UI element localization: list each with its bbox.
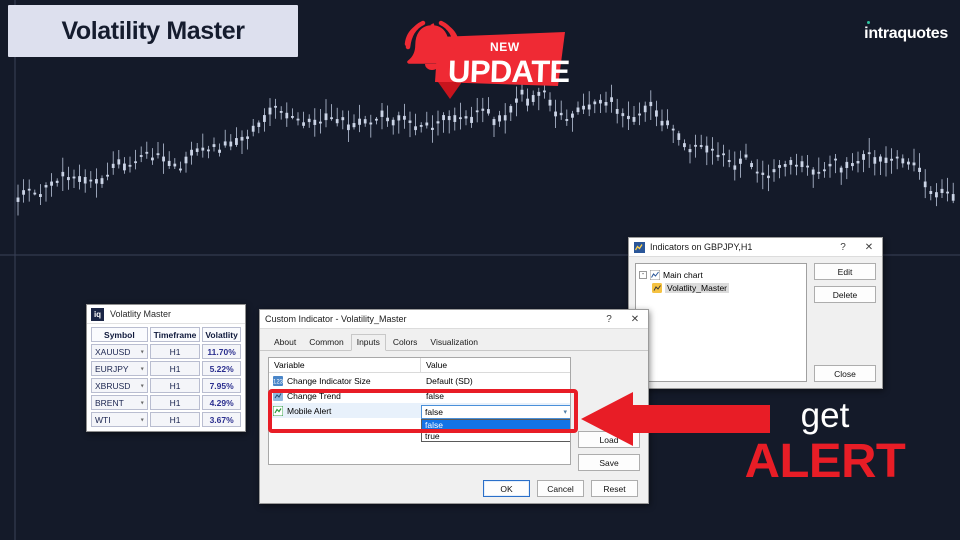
- input-variable-label: Change Trend: [287, 390, 341, 401]
- indicator-icon: [652, 282, 662, 293]
- custom-indicator-tabs: About Common Inputs Colors Visualization: [260, 329, 648, 351]
- tree-row-volatility-master[interactable]: Volatlity_Master: [639, 281, 803, 294]
- chevron-down-icon[interactable]: ▾: [141, 382, 144, 389]
- cell-volatility: 3.67%: [202, 412, 241, 427]
- brand-name: intraquotes: [864, 25, 948, 42]
- cell-timeframe: H1: [149, 361, 201, 376]
- cell-timeframe: H1: [149, 344, 201, 359]
- cell-timeframe: H1: [149, 395, 201, 410]
- input-variable-label: Mobile Alert: [287, 405, 332, 416]
- tab-visualization[interactable]: Visualization: [424, 334, 484, 351]
- custom-indicator-footer: OK Cancel Reset: [260, 480, 648, 497]
- input-row[interactable]: 123 Change Indicator Size Default (SD): [269, 373, 570, 388]
- volatility-table-body: XAUUSD ▾ H1 11.70% EURJPY ▾ H1 5.22% XBRUSD ▾ H1 7.…: [91, 344, 241, 427]
- table-row[interactable]: EURJPY ▾ H1 5.22%: [91, 361, 241, 376]
- input-variable-cell: Mobile Alert: [269, 405, 421, 416]
- table-row[interactable]: WTI ▾ H1 3.67%: [91, 412, 241, 427]
- edit-button[interactable]: Edit: [814, 263, 876, 280]
- cell-symbol[interactable]: WTI ▾: [91, 412, 148, 427]
- input-variable-cell: Change Trend: [269, 390, 421, 401]
- tree-label-volatility-master: Volatlity_Master: [665, 282, 729, 293]
- input-value-cell[interactable]: false: [421, 391, 570, 401]
- custom-indicator-help-button[interactable]: ?: [596, 310, 622, 328]
- indicators-help-button[interactable]: ?: [830, 238, 856, 256]
- cell-symbol[interactable]: EURJPY ▾: [91, 361, 148, 376]
- tree-label-main-chart: Main chart: [663, 269, 703, 280]
- mobile-alert-combobox[interactable]: false ▾: [421, 405, 570, 419]
- table-row[interactable]: BRENT ▾ H1 4.29%: [91, 395, 241, 410]
- column-header-variable: Variable: [269, 358, 421, 372]
- chevron-down-icon[interactable]: ▾: [141, 399, 144, 406]
- indicators-window-icon: [634, 241, 645, 253]
- cell-symbol[interactable]: XBRUSD ▾: [91, 378, 148, 393]
- input-variable-cell: 123 Change Indicator Size: [269, 375, 421, 386]
- dropdown-option-false[interactable]: false: [422, 420, 570, 431]
- indicators-close-button[interactable]: ✕: [856, 238, 882, 256]
- tab-common[interactable]: Common: [303, 334, 349, 351]
- cell-volatility: 4.29%: [202, 395, 241, 410]
- table-row[interactable]: XAUUSD ▾ H1 11.70%: [91, 344, 241, 359]
- input-variable-label: Change Indicator Size: [287, 375, 371, 386]
- cell-volatility: 5.22%: [202, 361, 241, 376]
- chevron-down-icon[interactable]: ▾: [141, 416, 144, 423]
- dropdown-option-true[interactable]: true: [422, 431, 570, 442]
- badge-new-label: NEW: [490, 40, 520, 54]
- chevron-down-icon[interactable]: ▾: [141, 365, 144, 372]
- tree-row-main-chart[interactable]: - Main chart: [639, 268, 803, 281]
- page-title-text: Volatility Master: [61, 16, 245, 45]
- volatility-panel-header: iq Volatlity Master: [87, 305, 245, 324]
- brand-accent-dot: [866, 20, 871, 24]
- volatility-table-header-row: Symbol Timeframe Volatlity: [91, 327, 241, 342]
- mobile-alert-dropdown-list[interactable]: false true: [421, 419, 570, 442]
- indicators-window: Indicators on GBPJPY,H1 ? ✕ - Main chart…: [628, 237, 883, 389]
- cta-line-2: ALERT: [744, 435, 906, 488]
- custom-indicator-close-button[interactable]: ✕: [622, 310, 648, 328]
- reset-button[interactable]: Reset: [591, 480, 638, 497]
- delete-button[interactable]: Delete: [814, 286, 876, 303]
- save-button[interactable]: Save: [578, 454, 640, 471]
- custom-indicator-title: Custom Indicator - Volatility_Master: [265, 314, 407, 324]
- cell-symbol[interactable]: BRENT ▾: [91, 395, 148, 410]
- page-title: Volatility Master: [8, 5, 298, 57]
- cell-timeframe: H1: [149, 378, 201, 393]
- cta-line-1: get: [800, 396, 850, 435]
- cancel-button[interactable]: Cancel: [537, 480, 584, 497]
- cell-volatility: 7.95%: [202, 378, 241, 393]
- mobile-alert-combobox-value: false: [425, 407, 443, 417]
- ok-button[interactable]: OK: [483, 480, 530, 497]
- cell-symbol[interactable]: XAUUSD ▾: [91, 344, 148, 359]
- indicators-tree[interactable]: - Main chart Volatlity_Master: [635, 263, 807, 382]
- column-header-volatility: Volatlity: [202, 327, 241, 342]
- column-header-value: Value: [426, 360, 448, 370]
- column-header-symbol: Symbol: [91, 327, 148, 342]
- iq-logo-icon: iq: [91, 307, 104, 321]
- close-button[interactable]: Close: [814, 365, 876, 382]
- tab-inputs[interactable]: Inputs: [350, 334, 386, 351]
- volatility-panel-title: Volatlity Master: [110, 309, 172, 319]
- volatility-master-panel: iq Volatlity Master Symbol Timeframe Vol…: [86, 304, 246, 432]
- inputs-grid-header: Variable Value: [269, 358, 570, 373]
- volatility-table: Symbol Timeframe Volatlity XAUUSD ▾ H1 11.7…: [87, 324, 245, 430]
- cell-timeframe: H1: [149, 412, 201, 427]
- svg-text:123: 123: [273, 379, 283, 385]
- tab-about[interactable]: About: [268, 334, 302, 351]
- get-alert-callout: get ALERT: [700, 398, 950, 486]
- column-header-timeframe: Timeframe: [149, 327, 201, 342]
- cell-volatility: 11.70%: [202, 344, 241, 359]
- chevron-down-icon[interactable]: ▾: [141, 348, 144, 355]
- indicators-window-title: Indicators on GBPJPY,H1: [650, 242, 753, 252]
- input-row[interactable]: Change Trend false: [269, 388, 570, 403]
- chevron-down-icon[interactable]: ▾: [563, 408, 567, 416]
- brand-logo: intraquotes: [864, 20, 948, 43]
- badge-update-label: UPDATE: [447, 54, 571, 89]
- custom-indicator-titlebar: Custom Indicator - Volatility_Master ? ✕: [260, 310, 648, 329]
- input-value-cell[interactable]: Default (SD): [421, 376, 570, 386]
- tree-collapse-icon[interactable]: -: [639, 270, 647, 279]
- inputs-grid[interactable]: Variable Value 123 Change Indicator Size D…: [268, 357, 571, 465]
- chart-icon: [650, 269, 660, 280]
- new-update-badge: NEW UPDATE: [390, 14, 575, 99]
- tab-colors[interactable]: Colors: [387, 334, 424, 351]
- table-row[interactable]: XBRUSD ▾ H1 7.95%: [91, 378, 241, 393]
- indicators-window-titlebar: Indicators on GBPJPY,H1 ? ✕: [629, 238, 882, 257]
